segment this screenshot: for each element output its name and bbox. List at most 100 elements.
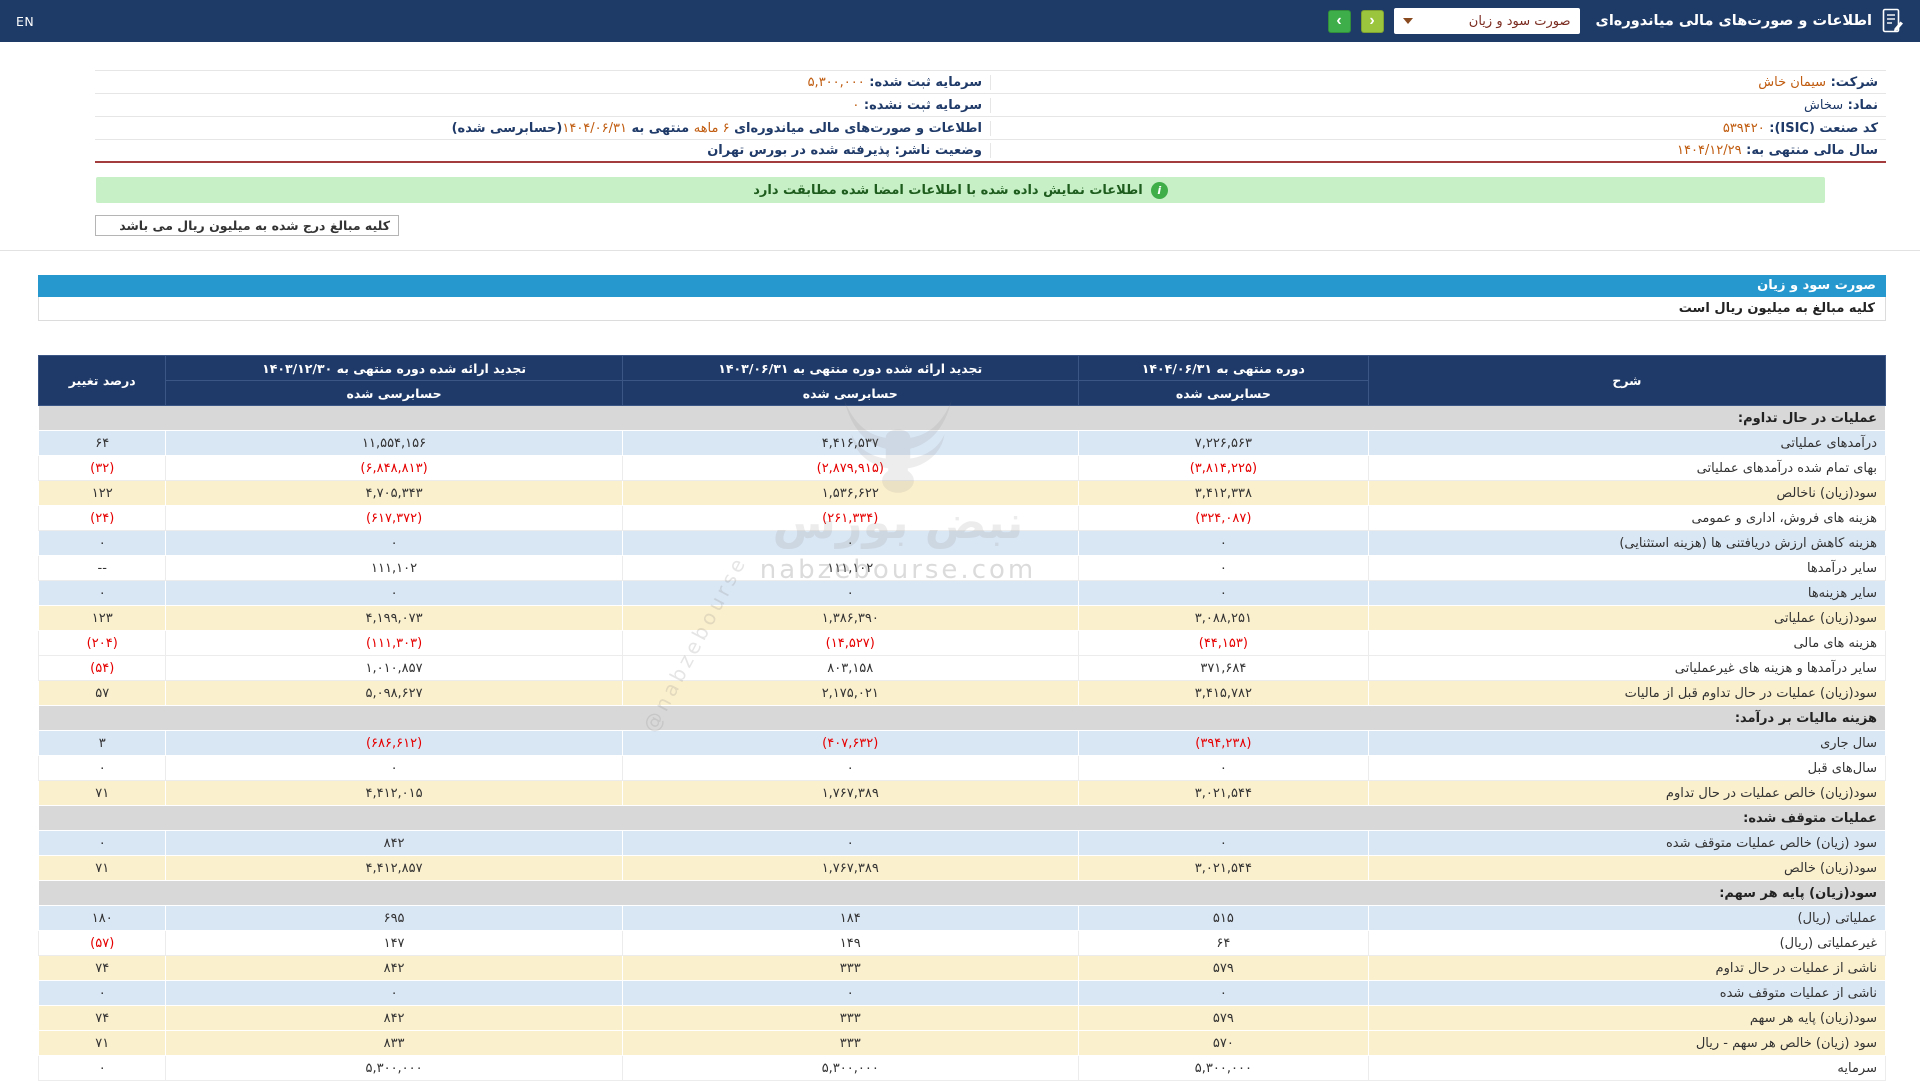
value-period-restated-1: ۰ <box>622 531 1078 556</box>
statement-row: سایر درآمدها و هزینه های غیرعملیاتی۳۷۱,۶… <box>39 656 1886 681</box>
company-info-label: منتهی به <box>627 121 694 136</box>
row-label: سود(زیان) عملیاتی <box>1368 606 1885 631</box>
company-info-label: وضعیت ناشر: <box>890 143 982 158</box>
row-label: سود (زیان) خالص هر سهم - ریال <box>1368 1031 1885 1056</box>
statement-unit-note: کلیه مبالغ به میلیون ریال است <box>38 297 1886 321</box>
statement-row: سود(زیان) عملیات در حال تداوم قبل از مال… <box>39 681 1886 706</box>
company-info-value: ۵۳۹۴۲۰ <box>1723 121 1765 136</box>
subheader-audited-2: حسابرسی شده <box>622 381 1078 406</box>
value-period-restated-2: (۱۱۱,۳۰۳) <box>166 631 622 656</box>
row-label: هزینه کاهش ارزش دریافتنی ها (هزینه استثن… <box>1368 531 1885 556</box>
value-period-restated-1: ۳۳۳ <box>622 1006 1078 1031</box>
row-label: ناشی از عملیات در حال تداوم <box>1368 956 1885 981</box>
value-percent-change: ۱۲۳ <box>39 606 166 631</box>
value-period-restated-2: ۵,۰۹۸,۶۲۷ <box>166 681 622 706</box>
section-label: سود(زیان) پایه هر سهم: <box>39 881 1886 906</box>
value-percent-change: ۰ <box>39 756 166 781</box>
value-period-current: ۰ <box>1078 581 1368 606</box>
company-info-value: ۵,۳۰۰,۰۰۰ <box>808 75 865 90</box>
value-period-current: ۰ <box>1078 981 1368 1006</box>
value-period-current: ۵۱۵ <box>1078 906 1368 931</box>
row-label: هزینه های مالی <box>1368 631 1885 656</box>
company-info-cell-left: اطلاعات و صورت‌های مالی میاندوره‌ای ۶ ما… <box>95 121 990 136</box>
statement-row: ناشی از عملیات در حال تداوم۵۷۹۳۳۳۸۴۲۷۴ <box>39 956 1886 981</box>
value-percent-change: ۷۴ <box>39 1006 166 1031</box>
statement-row: سرمایه۵,۳۰۰,۰۰۰۵,۳۰۰,۰۰۰۵,۳۰۰,۰۰۰۰ <box>39 1056 1886 1081</box>
row-label: سایر درآمدها و هزینه های غیرعملیاتی <box>1368 656 1885 681</box>
language-toggle-en[interactable]: EN <box>16 14 34 29</box>
row-label: سایر هزینه‌ها <box>1368 581 1885 606</box>
company-info-value: ۱۴۰۴/۰۶/۳۱ <box>562 121 627 136</box>
value-period-restated-1: ۱۴۹ <box>622 931 1078 956</box>
report-document-icon <box>1882 8 1904 35</box>
column-header-period-restated-2: تجدید ارائه شده دوره منتهی به ۱۴۰۳/۱۲/۳۰ <box>166 356 622 381</box>
section-header-row: سود(زیان) پایه هر سهم: <box>39 881 1886 906</box>
statement-row: سود(زیان) ناخالص۳,۴۱۲,۳۳۸۱,۵۳۶,۶۲۲۴,۷۰۵,… <box>39 481 1886 506</box>
row-label: غیرعملیاتی (ریال) <box>1368 931 1885 956</box>
value-period-restated-1: (۱۴,۵۲۷) <box>622 631 1078 656</box>
value-period-current: ۰ <box>1078 756 1368 781</box>
row-label: سود (زیان) خالص عملیات متوقف شده <box>1368 831 1885 856</box>
value-period-restated-2: ۸۴۲ <box>166 1006 622 1031</box>
value-percent-change: (۳۲) <box>39 456 166 481</box>
company-info-label: شرکت: <box>1826 75 1878 90</box>
company-info-label: پذیرفته شده در بورس تهران <box>707 143 890 158</box>
statement-row: سایر درآمدها۰۱۱۱,۱۰۲۱۱۱,۱۰۲-- <box>39 556 1886 581</box>
row-label: ناشی از عملیات متوقف شده <box>1368 981 1885 1006</box>
value-period-restated-1: ۸۰۳,۱۵۸ <box>622 656 1078 681</box>
value-period-current: ۳,۰۲۱,۵۴۴ <box>1078 781 1368 806</box>
value-period-restated-1: ۲,۱۷۵,۰۲۱ <box>622 681 1078 706</box>
column-header-period-restated-1: تجدید ارائه شده دوره منتهی به ۱۴۰۳/۰۶/۳۱ <box>622 356 1078 381</box>
value-period-current: ۳,۴۱۲,۳۳۸ <box>1078 481 1368 506</box>
company-info-row: کد صنعت (ISIC): ۵۳۹۴۲۰ اطلاعات و صورت‌های… <box>95 117 1886 140</box>
value-period-current: (۴۴,۱۵۳) <box>1078 631 1368 656</box>
company-info-label: کد صنعت (ISIC): <box>1765 121 1878 136</box>
row-label: سود(زیان) ناخالص <box>1368 481 1885 506</box>
next-statement-button[interactable]: › <box>1328 10 1351 33</box>
prev-statement-button[interactable]: ‹ <box>1361 10 1384 33</box>
value-period-restated-1: ۵,۳۰۰,۰۰۰ <box>622 1056 1078 1081</box>
company-info-cell-right: سال مالی منتهی به: ۱۴۰۴/۱۲/۲۹ <box>990 143 1886 158</box>
value-period-current: ۳۷۱,۶۸۴ <box>1078 656 1368 681</box>
value-period-restated-2: ۴,۴۱۲,۸۵۷ <box>166 856 622 881</box>
statement-row: درآمدهای عملیاتی۷,۲۲۶,۵۶۳۴,۴۱۶,۵۳۷۱۱,۵۵۴… <box>39 431 1886 456</box>
value-period-current: (۳,۸۱۴,۲۲۵) <box>1078 456 1368 481</box>
value-period-restated-1: ۳۳۳ <box>622 956 1078 981</box>
section-header-row: هزینه مالیات بر درآمد: <box>39 706 1886 731</box>
value-period-current: ۵۷۰ <box>1078 1031 1368 1056</box>
company-info-cell-left: سرمایه ثبت نشده: ۰ <box>95 98 990 113</box>
value-period-current: (۳۲۴,۰۸۷) <box>1078 506 1368 531</box>
income-statement-section: صورت سود و زیان کلیه مبالغ به میلیون ریا… <box>38 275 1886 1081</box>
company-info-table: شرکت: سیمان خاشسرمایه ثبت شده: ۵,۳۰۰,۰۰۰… <box>95 70 1886 163</box>
value-period-restated-1: ۰ <box>622 831 1078 856</box>
value-period-restated-1: ۳۳۳ <box>622 1031 1078 1056</box>
statement-row: سال‌های قبل۰۰۰۰ <box>39 756 1886 781</box>
value-period-restated-1: ۱,۷۶۷,۳۸۹ <box>622 781 1078 806</box>
company-info-row: نماد: سخاشسرمایه ثبت نشده: ۰ <box>95 94 1886 117</box>
row-label: سود(زیان) خالص <box>1368 856 1885 881</box>
value-period-current: ۷,۲۲۶,۵۶۳ <box>1078 431 1368 456</box>
value-period-restated-2: ۰ <box>166 581 622 606</box>
value-period-restated-2: ۸۴۲ <box>166 831 622 856</box>
value-period-current: ۵۷۹ <box>1078 956 1368 981</box>
value-period-restated-2: ۰ <box>166 756 622 781</box>
value-period-restated-1: ۱,۳۸۶,۳۹۰ <box>622 606 1078 631</box>
value-percent-change: (۵۷) <box>39 931 166 956</box>
value-percent-change: ۰ <box>39 831 166 856</box>
value-percent-change: ۱۸۰ <box>39 906 166 931</box>
value-period-restated-2: ۱,۰۱۰,۸۵۷ <box>166 656 622 681</box>
statement-row: سود(زیان) خالص۳,۰۲۱,۵۴۴۱,۷۶۷,۳۸۹۴,۴۱۲,۸۵… <box>39 856 1886 881</box>
value-period-restated-2: ۱۱۱,۱۰۲ <box>166 556 622 581</box>
statement-type-dropdown[interactable]: صورت سود و زیان <box>1394 8 1580 34</box>
statement-title-bar: صورت سود و زیان <box>38 275 1886 297</box>
value-percent-change: ۵۷ <box>39 681 166 706</box>
company-info-cell-left: وضعیت ناشر: پذیرفته شده در بورس تهران <box>95 143 990 158</box>
value-period-restated-2: ۶۹۵ <box>166 906 622 931</box>
statement-row: عملیاتی (ریال)۵۱۵۱۸۴۶۹۵۱۸۰ <box>39 906 1886 931</box>
company-info-label: سخاش <box>1804 98 1843 113</box>
value-period-restated-1: (۴۰۷,۶۳۲) <box>622 731 1078 756</box>
row-label: درآمدهای عملیاتی <box>1368 431 1885 456</box>
company-info-cell-right: نماد: سخاش <box>990 98 1886 113</box>
value-period-restated-2: (۶۸۶,۶۱۲) <box>166 731 622 756</box>
value-period-restated-2: ۵,۳۰۰,۰۰۰ <box>166 1056 622 1081</box>
